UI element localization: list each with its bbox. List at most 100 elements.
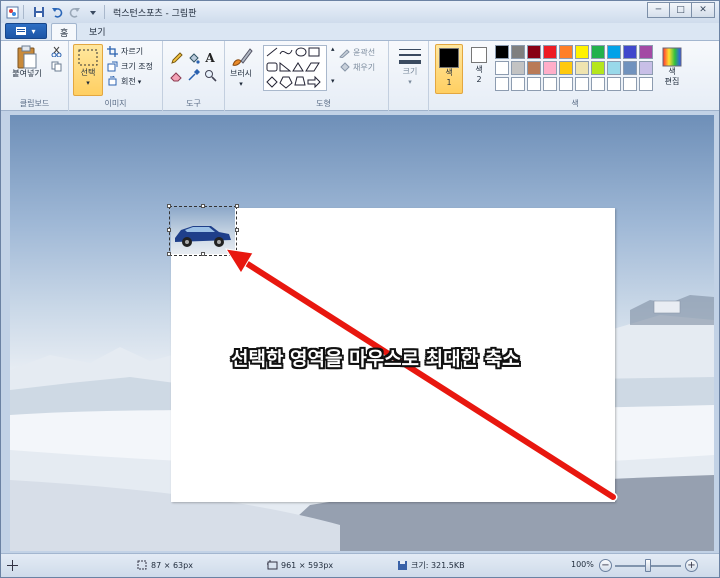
save-icon[interactable]: [32, 5, 46, 19]
chevron-down-icon: ▾: [331, 77, 335, 85]
color-picker-icon[interactable]: [186, 68, 200, 82]
color-palette: [495, 45, 653, 91]
tools-group: A 도구: [163, 41, 225, 111]
color-swatch[interactable]: [495, 77, 509, 91]
shapes-gallery[interactable]: [263, 45, 327, 91]
color-swatch[interactable]: [623, 61, 637, 75]
edit-colors-button[interactable]: 색 편집: [657, 47, 687, 87]
color-swatch[interactable]: [591, 61, 605, 75]
color-swatch[interactable]: [559, 77, 573, 91]
color-swatch[interactable]: [495, 61, 509, 75]
color-swatch[interactable]: [639, 77, 653, 91]
window-title: 럭스턴스포츠 - 그림판: [113, 8, 197, 19]
outline-icon: [339, 47, 350, 58]
clipboard-group: 붙여넣기 클립보드: [1, 41, 69, 111]
window-controls: ─ □ ✕: [647, 2, 715, 18]
image-group-label: 이미지: [104, 99, 127, 108]
color-swatch[interactable]: [527, 45, 541, 59]
chevron-up-icon: ▴: [331, 45, 335, 53]
color-swatch[interactable]: [575, 61, 589, 75]
color-swatch[interactable]: [511, 45, 525, 59]
select-button[interactable]: 선택 ▾: [73, 44, 103, 96]
color-swatch[interactable]: [511, 61, 525, 75]
paste-icon: [17, 45, 37, 69]
shapes-expand[interactable]: ▾: [331, 77, 335, 85]
magnifier-icon[interactable]: [203, 68, 217, 82]
color-1-button[interactable]: 색 1: [435, 44, 463, 94]
line-size-icon: [399, 49, 421, 64]
color-swatch[interactable]: [575, 45, 589, 59]
color-swatch[interactable]: [607, 45, 621, 59]
color-swatch[interactable]: [527, 61, 541, 75]
color-swatch[interactable]: [559, 45, 573, 59]
image-size: 961 × 593px: [267, 560, 333, 571]
edit-colors-icon: [662, 47, 682, 67]
minimize-button[interactable]: ─: [647, 2, 669, 18]
shapes-group: ▴ ▾ 윤곽선 채우기 도형: [259, 41, 389, 111]
file-size: 크기: 321.5KB: [397, 560, 465, 571]
zoom-in-button[interactable]: +: [685, 559, 698, 572]
maximize-button[interactable]: □: [669, 2, 691, 18]
close-button[interactable]: ✕: [691, 2, 715, 18]
color-swatch[interactable]: [543, 61, 557, 75]
rotate-button[interactable]: 회전 ▾: [107, 76, 141, 87]
crop-icon: [107, 46, 118, 57]
shapes-scroll-up[interactable]: ▴: [331, 45, 335, 53]
colors-group: 색 1 색 2 색 편집 색: [431, 41, 719, 111]
color-swatch[interactable]: [527, 77, 541, 91]
copy-button[interactable]: [51, 61, 65, 72]
color-swatch[interactable]: [559, 61, 573, 75]
color-swatch[interactable]: [623, 77, 637, 91]
shapes-gallery-icons: [266, 47, 321, 89]
clipboard-group-label: 클립보드: [19, 99, 50, 108]
color-swatch[interactable]: [607, 77, 621, 91]
color-swatch[interactable]: [591, 45, 605, 59]
resize-button[interactable]: 크기 조정: [107, 61, 153, 72]
select-dropdown-icon: ▾: [86, 79, 90, 87]
fill-button[interactable]: 채우기: [339, 62, 375, 73]
image-group: 선택 ▾ 자르기 크기 조정 회전 ▾ 이미지: [69, 41, 163, 111]
red-arrow-annotation: [225, 248, 618, 502]
disk-icon: [397, 560, 408, 571]
color-2-button[interactable]: 색 2: [467, 47, 491, 85]
paint-app-icon[interactable]: [5, 5, 19, 19]
color-swatch[interactable]: [591, 77, 605, 91]
zoom-slider-thumb[interactable]: [645, 559, 651, 572]
size-button[interactable]: 크기 ▾: [395, 47, 425, 87]
scissors-icon: [51, 46, 62, 57]
paint-menu-button[interactable]: ▾: [5, 23, 47, 39]
text-icon[interactable]: A: [203, 51, 217, 65]
color-swatch[interactable]: [575, 77, 589, 91]
eraser-icon[interactable]: [169, 68, 183, 82]
tab-view[interactable]: 보기: [81, 23, 114, 40]
color-swatch[interactable]: [511, 77, 525, 91]
outline-button[interactable]: 윤곽선: [339, 47, 375, 58]
menu-chevron-icon: ▾: [31, 26, 36, 36]
redo-icon[interactable]: [68, 5, 82, 19]
fill-bucket-icon[interactable]: [186, 51, 200, 65]
pencil-icon[interactable]: [169, 51, 183, 65]
color-swatch[interactable]: [623, 45, 637, 59]
canvas-workspace[interactable]: 선택한 영역을 마우스로 최대한 축소: [1, 111, 719, 553]
cut-button[interactable]: [51, 46, 65, 57]
menu-icon: [16, 27, 27, 35]
brushes-button[interactable]: 브러시 ▾: [225, 45, 257, 89]
color-swatch[interactable]: [607, 61, 621, 75]
undo-icon[interactable]: [50, 5, 64, 19]
zoom-level: 100%: [571, 560, 594, 569]
brush-icon: [232, 48, 253, 66]
customize-quick-access-icon[interactable]: [86, 5, 100, 19]
zoom-out-button[interactable]: −: [599, 559, 612, 572]
color-swatch[interactable]: [543, 77, 557, 91]
paste-button[interactable]: 붙여넣기: [9, 45, 45, 79]
color-swatch[interactable]: [639, 45, 653, 59]
tab-home[interactable]: 홈: [51, 23, 78, 40]
color-swatch[interactable]: [495, 45, 509, 59]
color-swatch[interactable]: [639, 61, 653, 75]
crop-button[interactable]: 자르기: [107, 46, 143, 57]
color-swatch[interactable]: [543, 45, 557, 59]
size-group: 크기 ▾: [391, 41, 429, 111]
rotate-dropdown-icon: ▾: [137, 77, 142, 86]
image-size-icon: [267, 560, 278, 571]
title-bar: 럭스턴스포츠 - 그림판 ─ □ ✕: [1, 1, 719, 23]
